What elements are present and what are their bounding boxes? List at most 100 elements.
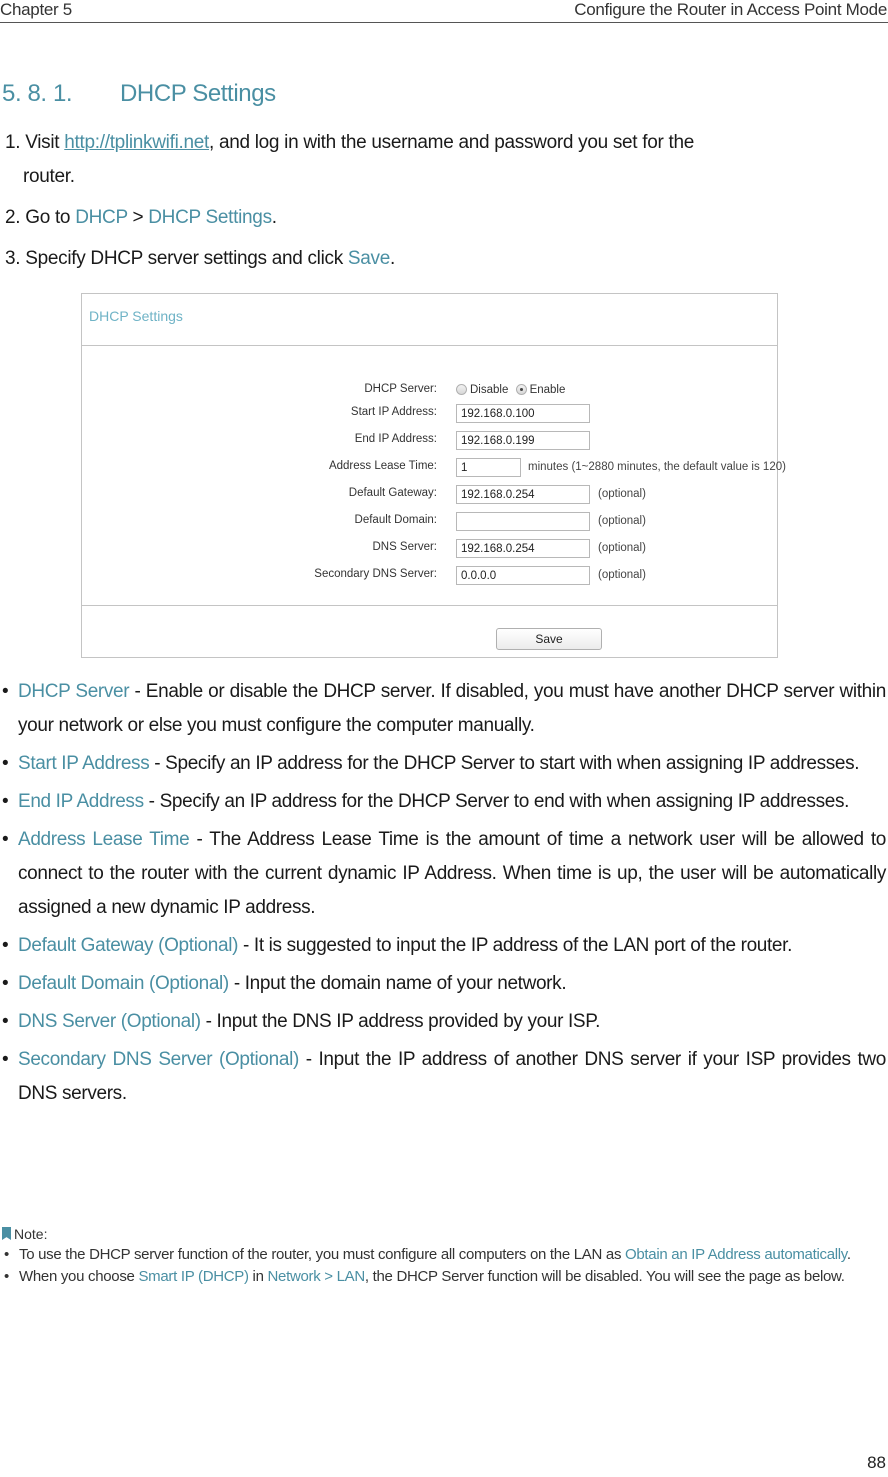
divider [82, 345, 777, 346]
menu-dhcp-settings: DHCP Settings [148, 207, 272, 228]
bullet-icon: • [2, 753, 9, 774]
secondary-dns-input[interactable]: 0.0.0.0 [456, 566, 590, 585]
dhcp-server-radio-group: Disable Enable [456, 384, 565, 396]
page-number: 88 [867, 1453, 886, 1472]
dns-server-row: DNS Server: 192.168.0.254 (optional) [82, 539, 777, 561]
description: - It is suggested to input the IP addres… [238, 935, 793, 956]
bullet-icon: • [2, 829, 9, 850]
enable-radio[interactable] [515, 384, 527, 395]
description: - Input the domain name of your network. [228, 973, 567, 994]
term: Default Gateway (Optional) [18, 935, 239, 956]
step-2: 2. Go to DHCP > DHCP Settings. [5, 201, 277, 235]
highlight: Network [267, 1268, 321, 1285]
lease-time-row: Address Lease Time: 1 minutes (1~2880 mi… [82, 458, 786, 480]
step-text: 3. Specify DHCP server settings and clic… [5, 248, 348, 269]
optional-hint: (optional) [598, 515, 646, 527]
save-reference: Save [347, 248, 391, 269]
disable-radio[interactable] [456, 384, 467, 395]
highlight: Smart IP (DHCP) [138, 1268, 249, 1285]
chapter-label: Chapter 5 [0, 0, 72, 19]
step-text: 1. Visit [5, 132, 65, 153]
highlight: Obtain an IP Address automatically [625, 1246, 847, 1263]
bullet-icon: • [2, 791, 9, 812]
menu-dhcp: DHCP [75, 207, 128, 228]
term: DHCP Server [18, 681, 130, 702]
term: End IP Address [18, 791, 144, 812]
secondary-dns-row: Secondary DNS Server: 0.0.0.0 (optional) [82, 566, 777, 588]
field-label: DNS Server: [372, 541, 437, 553]
note-text: When you choose [19, 1268, 139, 1285]
panel-title: DHCP Settings [89, 308, 183, 324]
note-text: , the DHCP Server function will be disab… [364, 1268, 845, 1285]
step-text: . [390, 248, 396, 269]
lease-time-input[interactable]: 1 [456, 458, 521, 477]
note-label: Note: [14, 1226, 48, 1242]
list-item: • DNS Server (Optional) - Input the DNS I… [0, 1005, 886, 1039]
term: DNS Server (Optional) [18, 1011, 201, 1032]
default-gateway-row: Default Gateway: 192.168.0.254 (optional… [82, 485, 777, 507]
step-text: router. [23, 166, 75, 187]
highlight: LAN [336, 1268, 366, 1285]
dhcp-settings-screenshot: DHCP Settings DHCP Server: Disable Enabl… [81, 293, 786, 658]
bookmark-icon [2, 1227, 11, 1240]
note-text: . [846, 1246, 851, 1263]
step-3: 3. Specify DHCP server settings and clic… [5, 242, 395, 276]
term: Start IP Address [18, 753, 150, 774]
bullet-icon: • [2, 681, 9, 702]
note-item: • To use the DHCP server function of the … [0, 1245, 886, 1265]
step-text: . [271, 207, 277, 228]
lease-time-hint: minutes (1~2880 minutes, the default val… [528, 461, 786, 473]
bullet-icon: • [2, 1049, 9, 1070]
field-label: Start IP Address: [350, 406, 437, 418]
list-item: • Secondary DNS Server (Optional) - Input… [0, 1043, 886, 1111]
section-heading: 5. 8. 1. DHCP Settings [2, 80, 276, 108]
optional-hint: (optional) [598, 542, 646, 554]
list-item: • Default Gateway (Optional) - It is sugg… [0, 929, 886, 963]
default-domain-input[interactable] [456, 512, 590, 531]
bullet-icon: • [2, 935, 9, 956]
list-item: • Address Lease Time - The Address Lease … [0, 823, 886, 925]
bullet-icon: • [2, 1011, 9, 1032]
term: Default Domain (Optional) [18, 973, 229, 994]
menu-separator: > [320, 1268, 337, 1285]
step-1: 1. Visit http://tplinkwifi.net, and log … [5, 126, 887, 194]
note-list: • To use the DHCP server function of the … [0, 1245, 886, 1289]
menu-separator: > [127, 207, 149, 228]
field-descriptions: • DHCP Server - Enable or disable the DHC… [0, 675, 886, 1115]
disable-label: Disable [470, 384, 509, 396]
note-item: • When you choose Smart IP (DHCP) in Netw… [0, 1267, 886, 1287]
list-item: • Default Domain (Optional) - Input the d… [0, 967, 886, 1001]
bullet-icon: • [4, 1268, 9, 1285]
tplinkwifi-link[interactable]: http://tplinkwifi.net [64, 132, 209, 153]
step-text: 2. Go to [5, 207, 76, 228]
field-label: End IP Address: [354, 433, 437, 445]
note-text: To use the DHCP server function of the r… [19, 1246, 626, 1263]
field-label: Address Lease Time: [328, 460, 437, 472]
start-ip-input[interactable]: 192.168.0.100 [456, 404, 590, 423]
bullet-icon: • [4, 1246, 9, 1263]
dhcp-server-row: DHCP Server: Disable Enable [82, 381, 777, 403]
bullet-icon: • [2, 973, 9, 994]
step-text: , and log in with the username and passw… [208, 132, 695, 153]
start-ip-row: Start IP Address: 192.168.0.100 [82, 404, 777, 426]
end-ip-row: End IP Address: 192.168.0.199 [82, 431, 777, 453]
field-label: Secondary DNS Server: [314, 568, 437, 580]
default-gateway-input[interactable]: 192.168.0.254 [456, 485, 590, 504]
description: - Enable or disable the DHCP server. If … [18, 681, 886, 736]
end-ip-input[interactable]: 192.168.0.199 [456, 431, 590, 450]
optional-hint: (optional) [598, 569, 646, 581]
field-label: DHCP Server: [364, 383, 437, 395]
default-domain-row: Default Domain: (optional) [82, 512, 777, 534]
description: - Input the DNS IP address provided by y… [200, 1011, 601, 1032]
section-title: DHCP Settings [120, 80, 276, 107]
term: Address Lease Time [18, 829, 190, 850]
field-label: Default Domain: [354, 514, 437, 526]
field-label: Default Gateway: [348, 487, 437, 499]
description: - Specify an IP address for the DHCP Ser… [143, 791, 850, 812]
optional-hint: (optional) [598, 488, 646, 500]
save-button[interactable]: Save [496, 628, 602, 650]
dns-server-input[interactable]: 192.168.0.254 [456, 539, 590, 558]
list-item: • DHCP Server - Enable or disable the DHC… [0, 675, 886, 743]
term: Secondary DNS Server (Optional) [18, 1049, 299, 1070]
divider [82, 605, 777, 606]
